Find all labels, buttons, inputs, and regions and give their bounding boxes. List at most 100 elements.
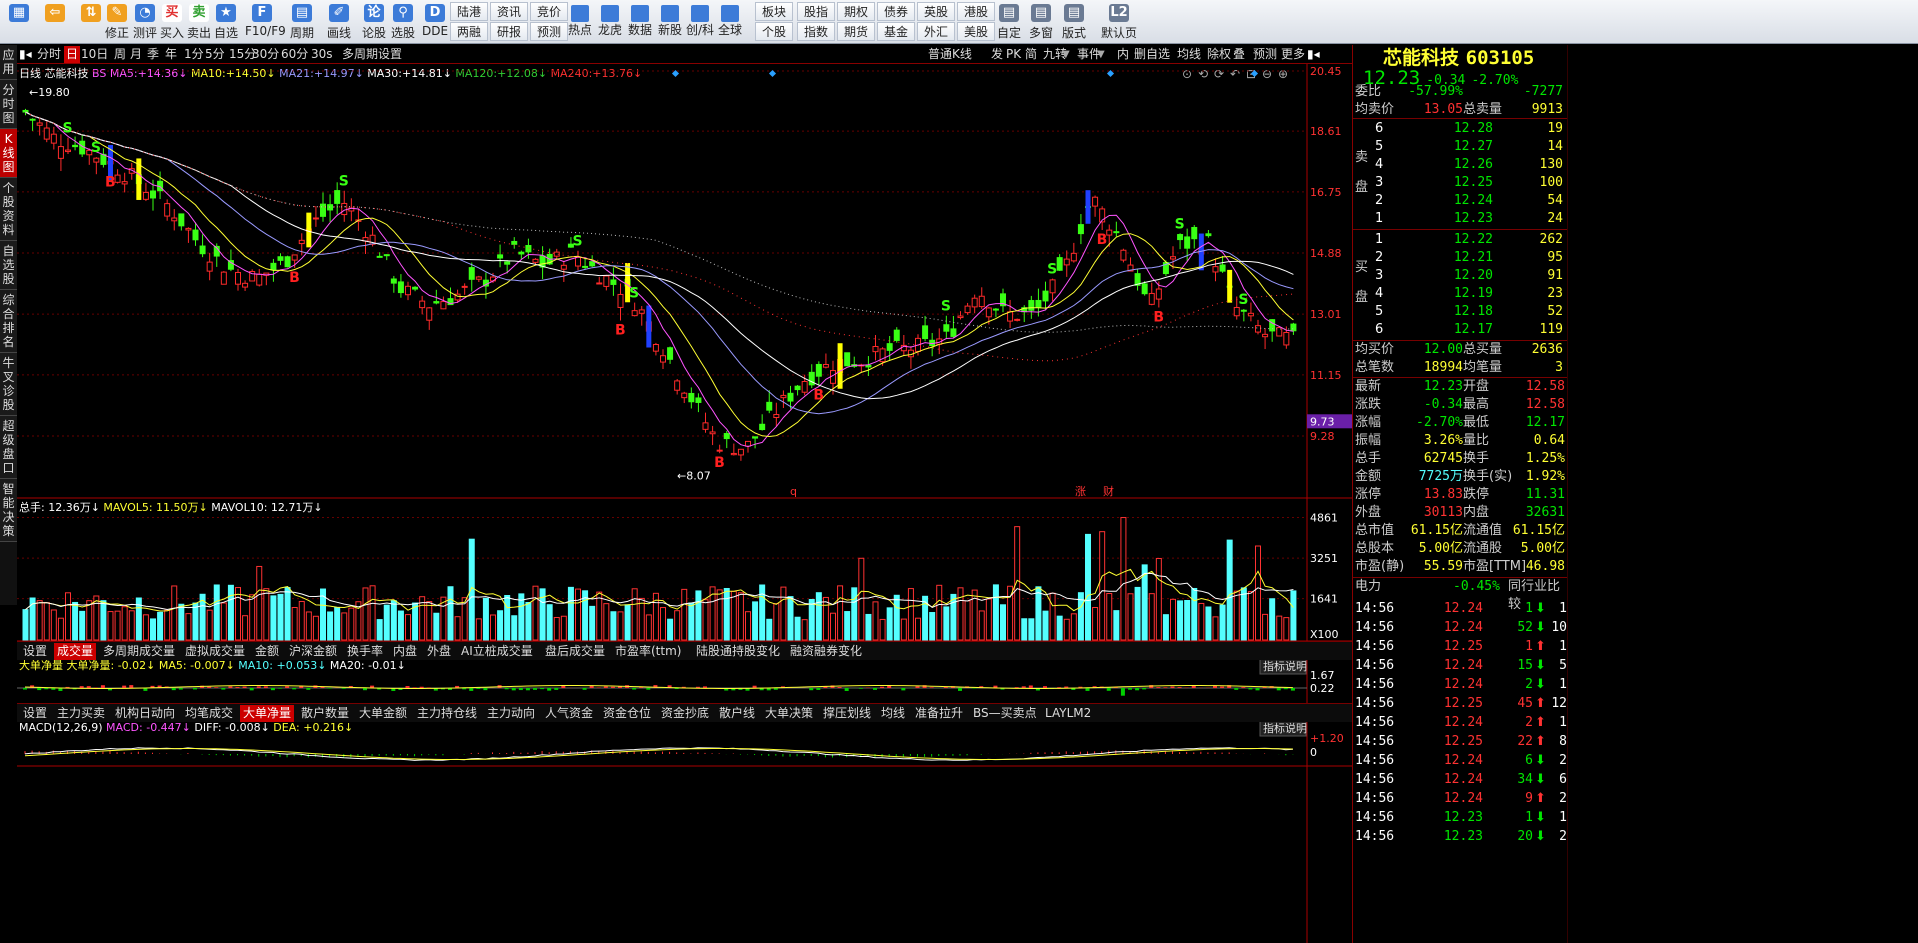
toolbar-button[interactable]: 陆港 xyxy=(450,2,488,21)
toolbar-button[interactable]: 两融 xyxy=(450,22,488,41)
period-1[interactable]: 日 xyxy=(64,46,81,63)
indicator-tab[interactable]: 主力动向 xyxy=(484,705,538,722)
period-6[interactable]: 年 xyxy=(163,46,179,63)
left-tab[interactable]: K线图 xyxy=(0,129,17,178)
chart-tool-icon[interactable]: ↶ xyxy=(1230,67,1240,81)
toolbar-button[interactable]: 债券 xyxy=(877,2,915,21)
dropdown-icon[interactable]: ▼ xyxy=(1097,46,1105,63)
period-11[interactable]: 60分 xyxy=(279,46,310,63)
period-12[interactable]: 30s xyxy=(309,46,335,63)
period-right-2[interactable]: PK xyxy=(1006,46,1021,63)
layout2-button[interactable]: ▤ 版式 xyxy=(1058,2,1090,40)
period-right-0[interactable]: 普通K线 xyxy=(928,46,972,63)
period-right-6[interactable]: 内 xyxy=(1117,46,1129,63)
toolbar-button[interactable]: 研报 xyxy=(490,22,528,41)
toolbar-button[interactable]: 股指 xyxy=(797,2,835,21)
toolbar-button[interactable]: 竞价 xyxy=(530,2,568,21)
indicator-tab[interactable]: 市盈率(ttm) xyxy=(612,643,684,660)
macd-explain-label[interactable]: 指标说明 xyxy=(1263,721,1307,735)
chart-tool-icon[interactable]: ⊙ xyxy=(1182,67,1192,81)
left-tab[interactable]: 牛叉诊股 xyxy=(0,353,17,416)
indicator-tab[interactable]: 准备拉升 xyxy=(912,705,966,722)
period-right-11[interactable]: 预测 xyxy=(1253,46,1277,63)
l2-button[interactable]: L2 默认页 xyxy=(1095,2,1143,40)
event-label-q[interactable]: q xyxy=(790,485,797,498)
toolbar-button[interactable]: 期货 xyxy=(837,22,875,41)
indicator-tab[interactable]: 多周期成交量 xyxy=(100,643,178,660)
indicator-tab[interactable]: 散户数量 xyxy=(298,705,352,722)
dropdown-icon[interactable]: ▼ xyxy=(1062,46,1070,63)
indicator-tab[interactable]: 金额 xyxy=(252,643,282,660)
period-right-12[interactable]: 更多 xyxy=(1281,46,1305,63)
toolbar-button[interactable]: 期权 xyxy=(837,2,875,21)
expand-icon[interactable]: ▮◂ xyxy=(1307,46,1320,63)
period-right-10[interactable]: 叠 xyxy=(1233,46,1245,63)
indicator-tab[interactable]: LAYLM2 xyxy=(1042,705,1094,722)
indicator-tab[interactable]: BS—买卖点 xyxy=(970,705,1040,722)
period-0[interactable]: 分时 xyxy=(35,46,63,63)
indicator-tab[interactable]: 融资融券变化 xyxy=(787,643,865,660)
indicator-tab[interactable]: 机构日动向 xyxy=(112,705,178,722)
layout-button[interactable]: ▦ xyxy=(2,2,36,40)
indicator-tab[interactable]: 盘后成交量 xyxy=(542,643,608,660)
event-label-cai[interactable]: 财 xyxy=(1103,484,1114,498)
period-3[interactable]: 周 xyxy=(112,46,128,63)
period-right-3[interactable]: 简 xyxy=(1025,46,1037,63)
toolbar-button[interactable]: 创/科 xyxy=(685,3,715,41)
indicator-tab[interactable]: 成交量 xyxy=(54,643,97,660)
indicator-tab[interactable]: 撑压划线 xyxy=(820,705,874,722)
toolbar-button[interactable]: 板块 xyxy=(755,2,793,21)
period-5[interactable]: 季 xyxy=(145,46,161,63)
indicator-tab[interactable]: 沪深金额 xyxy=(286,643,340,660)
f10-button[interactable]: F F10/F9 xyxy=(245,2,286,40)
toolbar-button[interactable]: 数据 xyxy=(625,3,655,41)
watchlist-button[interactable]: ★ 自选 xyxy=(209,2,243,40)
indicator-tab[interactable]: 资金抄底 xyxy=(658,705,712,722)
toolbar-button[interactable]: 全球 xyxy=(715,3,745,41)
chart-tool-icon[interactable]: ⟲ xyxy=(1198,67,1208,81)
indicator-tab[interactable]: 大单金额 xyxy=(356,705,410,722)
select-button[interactable]: ⚲ 选股 xyxy=(386,2,420,40)
chart-area[interactable]: 日线 芯能科技 BS MA5:+14.36↓ MA10:+14.50↓ MA21… xyxy=(17,64,1352,943)
indicator-tab[interactable]: 主力持仓线 xyxy=(414,705,480,722)
indicator-tab[interactable]: 人气资金 xyxy=(542,705,596,722)
left-tab[interactable]: 综合排名 xyxy=(0,290,17,353)
custom-button[interactable]: ▤ 自定 xyxy=(993,2,1025,40)
indicator-tab[interactable]: 设置 xyxy=(20,643,50,660)
chart-tool-icon[interactable]: ⊖ xyxy=(1262,67,1272,81)
left-tab[interactable]: 个股资料 xyxy=(0,178,17,241)
indicator-tab[interactable]: 大单决策 xyxy=(762,705,816,722)
period-right-8[interactable]: 均线 xyxy=(1177,46,1201,63)
indicator-tab[interactable]: 主力买卖 xyxy=(54,705,108,722)
back-arrow-button[interactable]: ⇦ xyxy=(38,2,72,40)
indicator-tab[interactable]: 均线 xyxy=(878,705,908,722)
toolbar-button[interactable]: 外汇 xyxy=(917,22,955,41)
period-14[interactable]: 设置 xyxy=(376,46,404,63)
indicator-tab[interactable]: 内盘 xyxy=(390,643,420,660)
toolbar-button[interactable]: 资讯 xyxy=(490,2,528,21)
left-tab[interactable]: 应用 xyxy=(0,45,17,80)
period-8[interactable]: 5分 xyxy=(203,46,227,63)
left-tab[interactable]: 自选股 xyxy=(0,241,17,290)
indicator-tab[interactable]: 大单净量 xyxy=(240,705,295,722)
toolbar-button[interactable]: 个股 xyxy=(755,22,793,41)
toolbar-button[interactable]: 指数 xyxy=(797,22,835,41)
indicator-tab[interactable]: AI立桩成交量 xyxy=(458,643,536,660)
toolbar-button[interactable]: 美股 xyxy=(957,22,995,41)
indicator-tab[interactable]: 散户线 xyxy=(716,705,758,722)
indicator-tab[interactable]: 虚拟成交量 xyxy=(182,643,248,660)
toolbar-button[interactable]: 英股 xyxy=(917,2,955,21)
left-tab[interactable]: 智能决策 xyxy=(0,479,17,542)
multiwindow-button[interactable]: ▤ 多窗 xyxy=(1025,2,1057,40)
toolbar-button[interactable]: 龙虎 xyxy=(595,3,625,41)
period-right-7[interactable]: 删自选 xyxy=(1134,46,1170,63)
indicator-tab[interactable]: 陆股通持股变化 xyxy=(693,643,783,660)
dde-button[interactable]: D DDE xyxy=(418,2,452,40)
period-4[interactable]: 月 xyxy=(128,46,144,63)
toolbar-button[interactable]: 港股 xyxy=(957,2,995,21)
period-2[interactable]: 10日 xyxy=(79,46,110,63)
period-13[interactable]: 多周期 xyxy=(340,46,380,63)
toolbar-button[interactable]: 基金 xyxy=(877,22,915,41)
indicator-tab[interactable]: 设置 xyxy=(20,705,50,722)
indicator-tab[interactable]: 外盘 xyxy=(424,643,454,660)
